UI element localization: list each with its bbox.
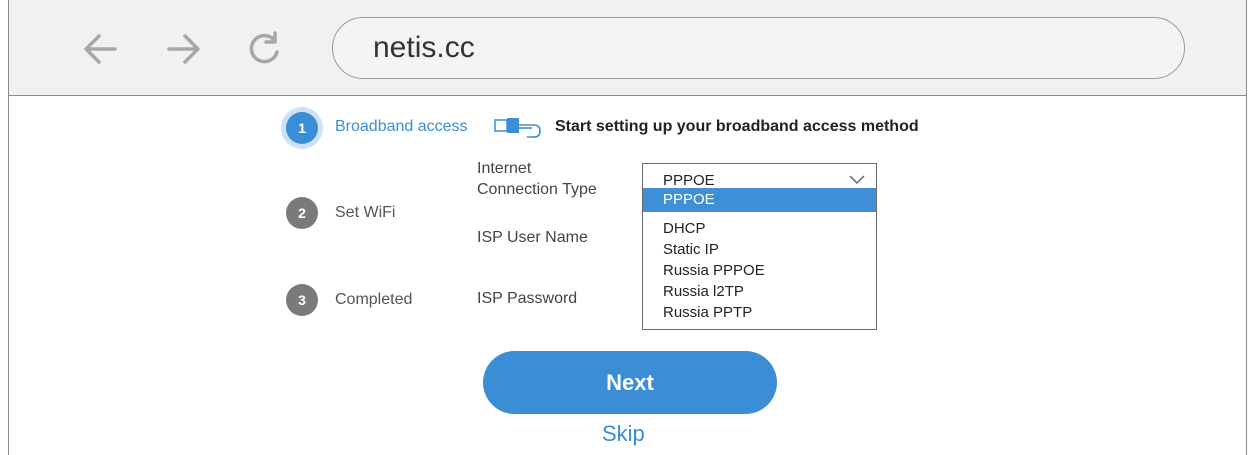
reload-icon[interactable]: [239, 24, 289, 74]
step-3-badge: 3: [286, 284, 318, 316]
connection-type-label-line1: Internet: [477, 160, 532, 177]
browser-toolbar: netis.cc: [8, 0, 1247, 96]
skip-link[interactable]: Skip: [602, 421, 645, 447]
step-1-label: Broadband access: [335, 118, 468, 135]
url-text: netis.cc: [373, 31, 475, 64]
option-static-ip[interactable]: Static IP: [643, 241, 876, 258]
step-2-badge: 2: [286, 197, 318, 229]
step-2-label: Set WiFi: [335, 204, 396, 221]
option-dhcp[interactable]: DHCP: [643, 220, 876, 237]
isp-user-name-label: ISP User Name: [477, 229, 588, 246]
option-pppoe[interactable]: PPPOE: [643, 188, 876, 212]
step-3-label: Completed: [335, 291, 413, 308]
step-1-badge: 1: [286, 112, 318, 144]
address-bar[interactable]: netis.cc: [332, 17, 1185, 79]
connection-type-label-line2: Connection Type: [477, 181, 597, 198]
ethernet-cable-icon: [494, 114, 542, 147]
option-russia-l2tp[interactable]: Russia l2TP: [643, 283, 876, 300]
arrow-left-icon[interactable]: [75, 24, 125, 74]
option-russia-pptp[interactable]: Russia PPTP: [643, 304, 876, 321]
next-button[interactable]: Next: [483, 351, 777, 414]
connection-type-select[interactable]: PPPOE PPPOE DHCP Static IP Russia PPPOE …: [642, 163, 877, 330]
setup-title: Start setting up your broadband access m…: [555, 118, 919, 135]
isp-password-label: ISP Password: [477, 290, 578, 307]
option-russia-pppoe[interactable]: Russia PPPOE: [643, 262, 876, 279]
arrow-right-icon[interactable]: [159, 24, 209, 74]
select-current-value: PPPOE: [663, 172, 715, 189]
